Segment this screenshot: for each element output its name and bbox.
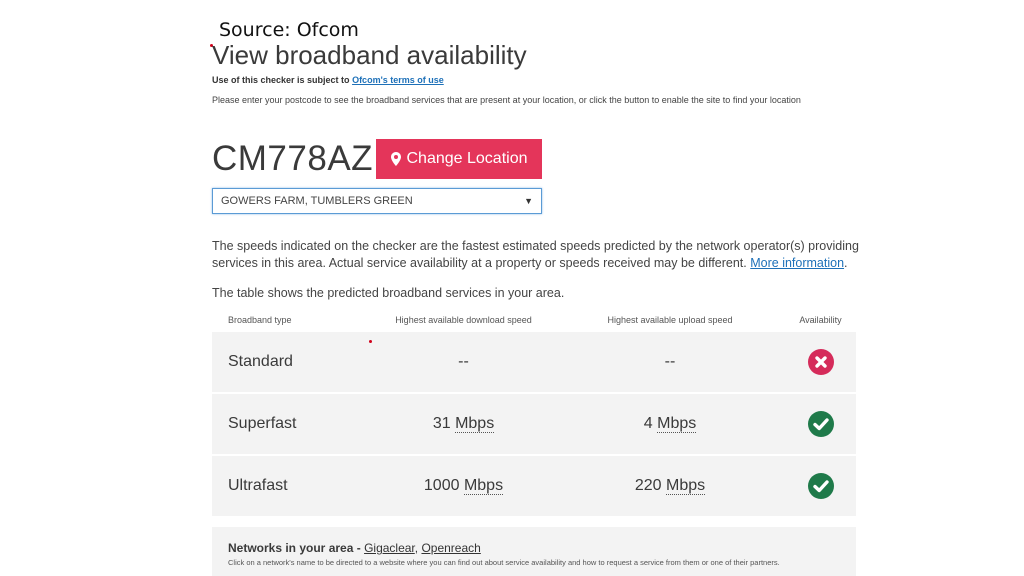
table-row-standard: Standard -- -- bbox=[212, 330, 856, 392]
instructions-text: Please enter your postcode to see the br… bbox=[212, 95, 801, 105]
header-download-speed: Highest available download speed bbox=[395, 315, 532, 325]
row-type: Ultrafast bbox=[228, 477, 288, 494]
network-link-openreach[interactable]: Openreach bbox=[421, 541, 480, 555]
download-unit: Mbps bbox=[463, 477, 504, 495]
row-type: Standard bbox=[228, 353, 293, 370]
address-select[interactable]: GOWERS FARM, TUMBLERS GREEN ▼ bbox=[212, 188, 542, 214]
row-download: -- bbox=[372, 353, 555, 371]
table-header: Broadband type Highest available downloa… bbox=[212, 310, 856, 330]
postcode-display: CM778AZ bbox=[212, 139, 374, 178]
change-location-label: Change Location bbox=[406, 150, 528, 167]
upload-value: -- bbox=[664, 353, 676, 370]
upload-unit: Mbps bbox=[657, 415, 697, 433]
chevron-down-icon: ▼ bbox=[524, 196, 533, 206]
header-availability: Availability bbox=[799, 315, 842, 325]
broadband-table: Broadband type Highest available downloa… bbox=[212, 310, 856, 516]
upload-value: 4 bbox=[643, 415, 653, 432]
upload-value: 220 bbox=[634, 477, 662, 494]
available-check-icon bbox=[807, 473, 834, 499]
table-row-ultrafast: Ultrafast 1000 Mbps 220 Mbps bbox=[212, 454, 856, 516]
terms-notice: Use of this checker is subject to Ofcom'… bbox=[212, 75, 444, 85]
networks-panel: Networks in your area - Gigaclear, Openr… bbox=[212, 525, 856, 576]
table-row-superfast: Superfast 31 Mbps 4 Mbps bbox=[212, 392, 856, 454]
address-selected-value: GOWERS FARM, TUMBLERS GREEN bbox=[221, 195, 413, 207]
source-caption: Source: Ofcom bbox=[219, 19, 359, 41]
terms-prefix: Use of this checker is subject to bbox=[212, 75, 350, 85]
networks-heading: Networks in your area - Gigaclear, Openr… bbox=[228, 541, 840, 555]
table-intro: The table shows the predicted broadband … bbox=[212, 286, 565, 300]
map-pin-icon bbox=[390, 152, 401, 166]
row-upload: -- bbox=[555, 353, 785, 371]
period: . bbox=[844, 256, 848, 270]
speeds-disclaimer: The speeds indicated on the checker are … bbox=[212, 238, 862, 272]
row-availability bbox=[785, 411, 856, 437]
available-check-icon bbox=[807, 411, 834, 437]
header-broadband-type: Broadband type bbox=[228, 315, 292, 325]
row-download: 1000 Mbps bbox=[372, 477, 555, 495]
network-link-gigaclear[interactable]: Gigaclear bbox=[364, 541, 415, 555]
download-value: 31 bbox=[432, 415, 451, 432]
terms-of-use-link[interactable]: Ofcom's terms of use bbox=[352, 75, 444, 85]
download-value: 1000 bbox=[423, 477, 460, 494]
unavailable-x-icon bbox=[807, 349, 834, 375]
row-upload: 4 Mbps bbox=[555, 415, 785, 433]
page-title: View broadband availability bbox=[212, 40, 527, 70]
row-availability bbox=[785, 473, 856, 499]
header-upload-speed: Highest available upload speed bbox=[607, 315, 733, 325]
networks-note: Click on a network's name to be directed… bbox=[228, 558, 780, 567]
change-location-button[interactable]: Change Location bbox=[376, 139, 542, 179]
row-type: Superfast bbox=[228, 415, 297, 432]
row-download: 31 Mbps bbox=[372, 415, 555, 433]
download-value: -- bbox=[458, 353, 469, 370]
download-unit: Mbps bbox=[455, 415, 495, 433]
networks-label: Networks in your area - bbox=[228, 541, 361, 555]
row-upload: 220 Mbps bbox=[555, 477, 785, 495]
upload-unit: Mbps bbox=[666, 477, 706, 495]
red-dot-mark bbox=[369, 340, 372, 343]
more-information-link[interactable]: More information bbox=[750, 256, 844, 270]
row-availability bbox=[785, 349, 856, 375]
separator: , bbox=[414, 541, 419, 555]
